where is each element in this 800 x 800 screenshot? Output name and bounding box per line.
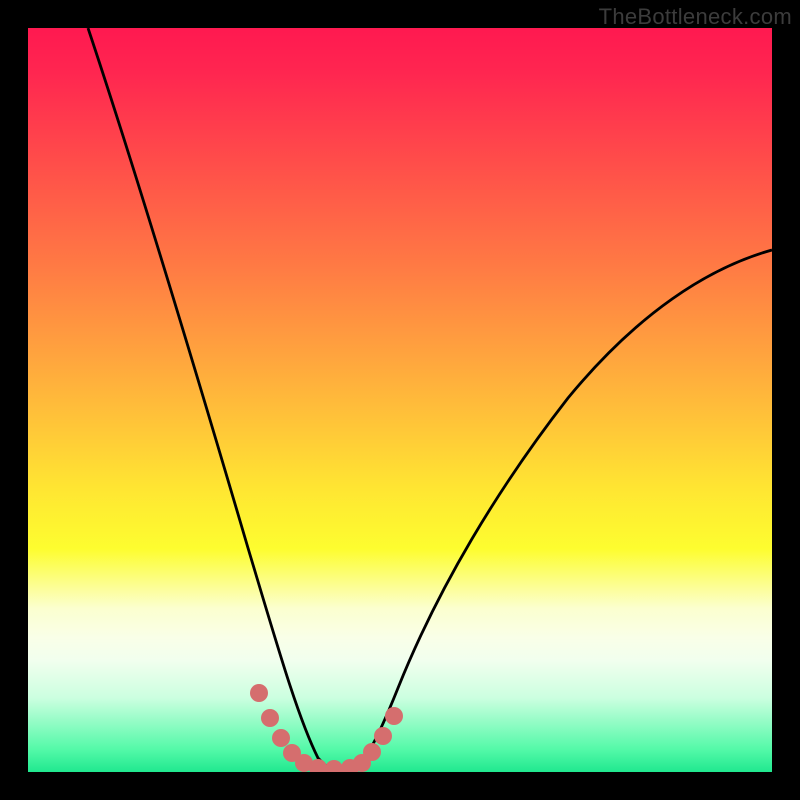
chart-svg bbox=[28, 28, 772, 772]
marker-dot bbox=[363, 743, 381, 761]
marker-group-left bbox=[250, 684, 343, 772]
marker-dot bbox=[261, 709, 279, 727]
chart-container: TheBottleneck.com bbox=[0, 0, 800, 800]
valley-curve bbox=[88, 28, 772, 768]
curve-segment-right bbox=[328, 250, 772, 768]
marker-dot bbox=[374, 727, 392, 745]
watermark-text: TheBottleneck.com bbox=[599, 4, 792, 30]
marker-dot bbox=[325, 760, 343, 772]
marker-dot bbox=[250, 684, 268, 702]
marker-dot bbox=[385, 707, 403, 725]
marker-group-right bbox=[341, 707, 403, 772]
curve-segment-left bbox=[88, 28, 328, 768]
marker-dot bbox=[272, 729, 290, 747]
